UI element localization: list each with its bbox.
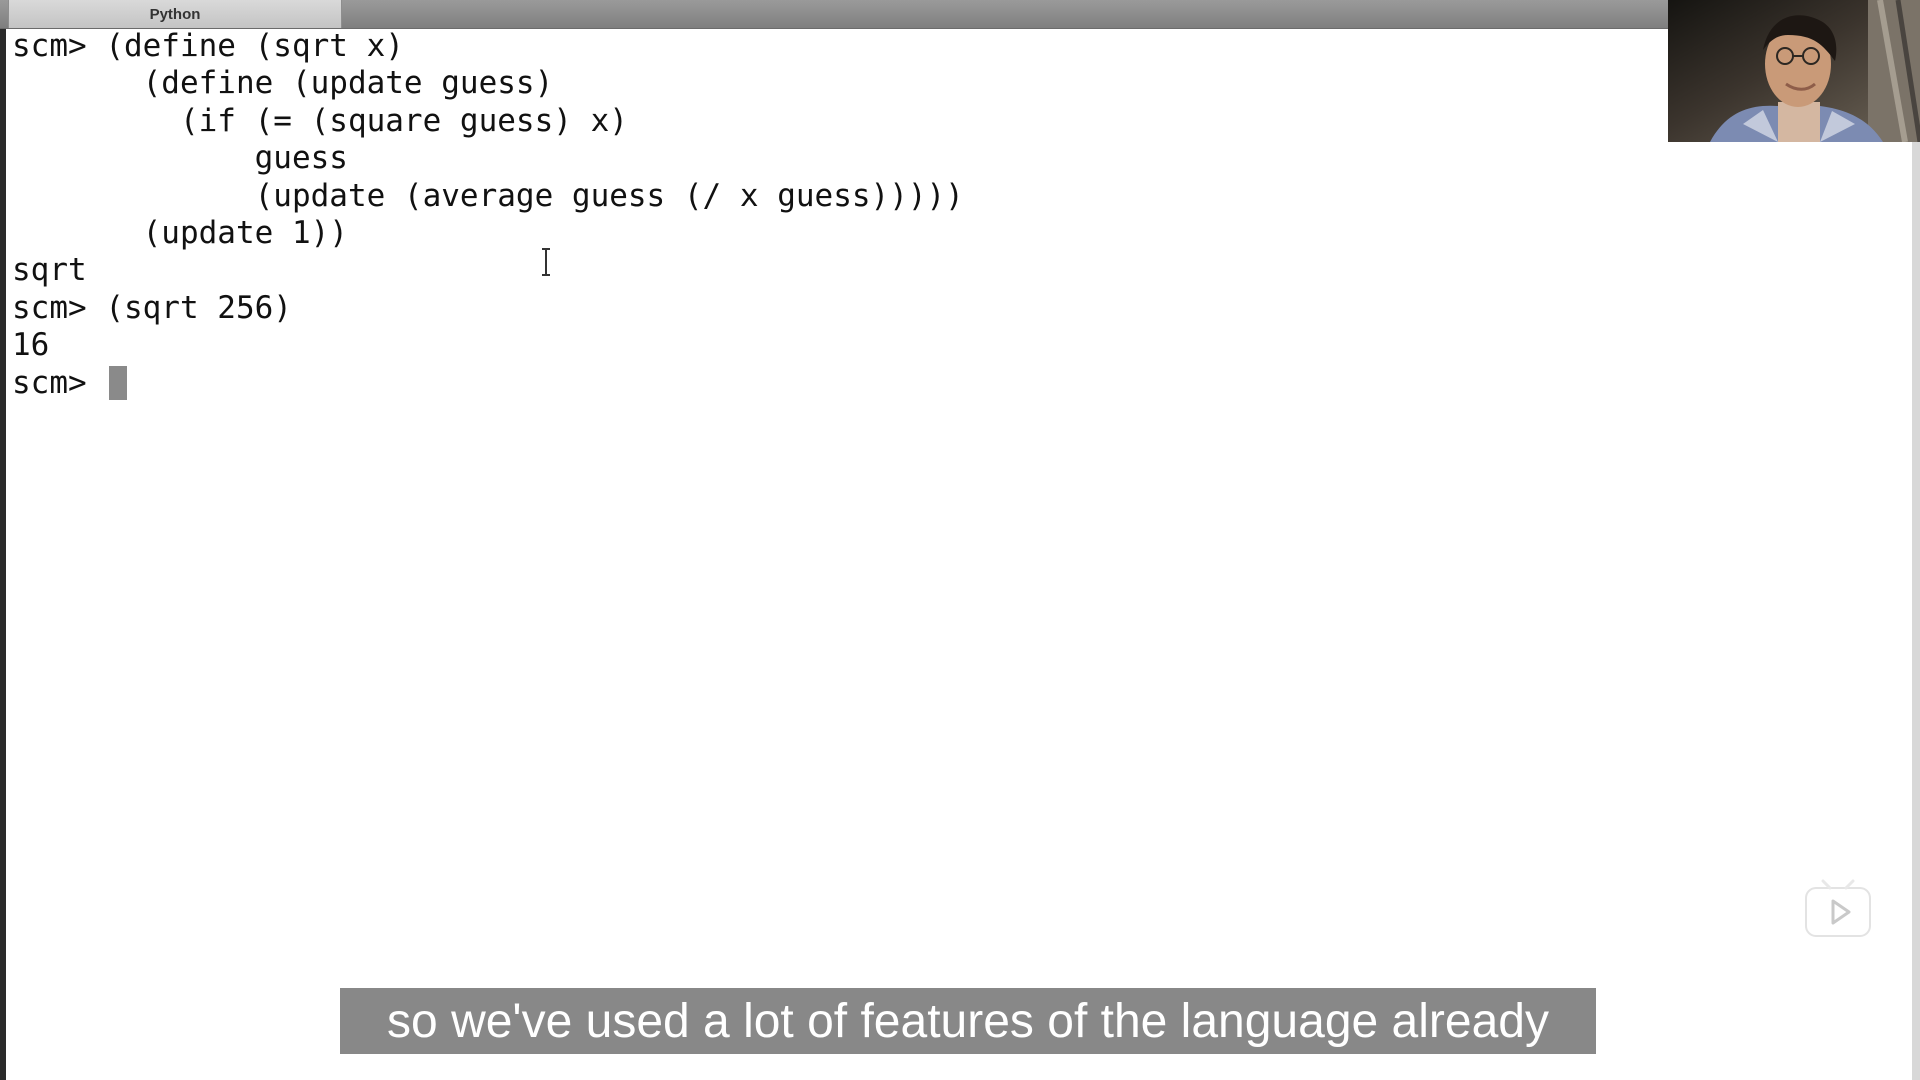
presenter-webcam-icon bbox=[1668, 0, 1920, 142]
terminal-line-4: guess bbox=[12, 140, 348, 177]
ibeam-cursor-icon bbox=[542, 248, 550, 276]
terminal-cursor bbox=[109, 365, 128, 400]
terminal-window: Python scm> (define (sqrt x) (define (up… bbox=[0, 0, 1920, 1080]
terminal-line-2: (define (update guess) bbox=[12, 65, 554, 102]
video-frame: Python scm> (define (sqrt x) (define (up… bbox=[0, 0, 1920, 1080]
tab-python[interactable]: Python bbox=[8, 0, 342, 28]
terminal-line-3: (if (= (square guess) x) bbox=[12, 102, 628, 139]
terminal-line-6: (update 1)) bbox=[12, 214, 348, 251]
terminal-line-7: sqrt bbox=[12, 252, 87, 289]
terminal-line-5: (update (average guess (/ x guess))))) bbox=[12, 177, 964, 214]
terminal-line-9: 16 bbox=[12, 327, 50, 364]
terminal-line-8: scm> (sqrt 256) bbox=[12, 289, 292, 326]
terminal-input-line[interactable]: scm> bbox=[12, 365, 1662, 402]
terminal-line-1: scm> (define (sqrt x) bbox=[12, 28, 404, 64]
play-button-icon[interactable] bbox=[1804, 876, 1872, 940]
subtitle-caption: so we've used a lot of features of the l… bbox=[340, 988, 1596, 1054]
scheme-terminal[interactable]: scm> (define (sqrt x) (define (update gu… bbox=[12, 28, 1662, 968]
left-window-edge bbox=[0, 0, 6, 1080]
right-scrollbar[interactable] bbox=[1912, 142, 1920, 1080]
scm-prompt: scm> bbox=[12, 364, 106, 401]
subtitle-text: so we've used a lot of features of the l… bbox=[387, 994, 1549, 1048]
terminal-tab-bar: Python bbox=[0, 0, 1668, 29]
